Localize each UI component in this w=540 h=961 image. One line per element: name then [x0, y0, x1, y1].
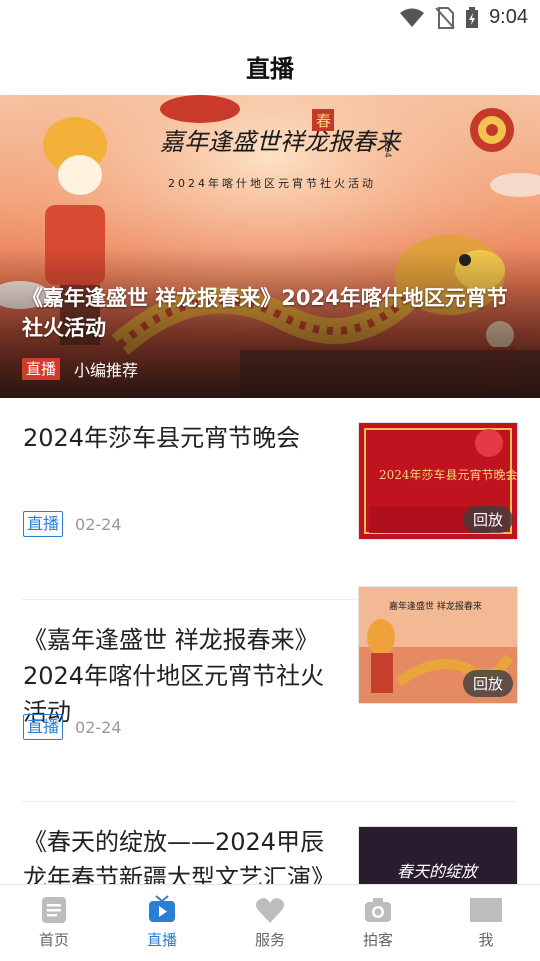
bottom-nav: 首页 直播 服务 拍客 我 — [0, 884, 540, 961]
svg-text:春天的绽放: 春天的绽放 — [397, 862, 480, 881]
tv-icon — [149, 895, 175, 922]
hero-title[interactable]: 《嘉年逢盛世 祥龙报春来》2024年喀什地区元宵节社火活动 — [22, 283, 522, 343]
battery-icon — [466, 6, 479, 28]
svg-text:2024年莎车县元宵节晚会: 2024年莎车县元宵节晚会 — [379, 467, 517, 482]
nav-service[interactable]: 服务 — [216, 885, 324, 961]
item-meta: 直播 02-24 — [23, 511, 122, 537]
item-date: 02-24 — [75, 514, 122, 534]
live-badge: 直播 — [22, 358, 61, 380]
svg-text:春: 春 — [316, 112, 331, 130]
nav-photo[interactable]: 拍客 — [324, 885, 432, 961]
live-badge: 直播 — [23, 511, 64, 537]
camera-icon — [365, 898, 391, 922]
no-sim-icon — [435, 6, 455, 29]
item-meta: 直播 02-24 — [23, 714, 122, 740]
item-thumbnail[interactable]: 2024年莎车县元宵节晚会 回放 — [358, 422, 518, 540]
live-list: 2024年莎车县元宵节晚会 直播 02-24 2024年莎车县元宵节晚会 回放 … — [0, 398, 540, 928]
svg-text:2024: 2024 — [382, 135, 392, 158]
live-badge: 直播 — [23, 714, 64, 740]
nav-label: 直播 — [146, 931, 177, 949]
svg-text:嘉年逢盛世: 嘉年逢盛世 — [160, 128, 283, 156]
nav-label: 首页 — [38, 931, 69, 949]
list-item[interactable]: 《嘉年逢盛世 祥龙报春来》2024年喀什地区元宵节社火活动 直播 02-24 嘉… — [0, 586, 540, 802]
svg-text:嘉年逢盛世 祥龙报春来: 嘉年逢盛世 祥龙报春来 — [389, 600, 482, 612]
nav-label: 服务 — [254, 931, 285, 949]
title-bar: 直播 — [0, 36, 540, 96]
svg-text:2024年喀什地区元宵节社火活动: 2024年喀什地区元宵节社火活动 — [168, 176, 376, 190]
nav-label: 我 — [478, 931, 494, 949]
status-time: 9:04 — [489, 6, 528, 28]
hero-subtitle: 小编推荐 — [74, 361, 139, 380]
page-title: 直播 — [246, 54, 294, 83]
hero-banner[interactable]: 嘉年逢盛世 祥龙报春来 春 2024 2024年喀什地区元宵节社火活动 《嘉年逢… — [0, 95, 540, 398]
wifi-icon — [400, 8, 425, 27]
news-icon — [42, 897, 66, 923]
status-bar: 9:04 — [0, 0, 540, 36]
nav-live[interactable]: 直播 — [108, 885, 216, 961]
heart-icon — [255, 898, 285, 923]
list-item[interactable]: 2024年莎车县元宵节晚会 直播 02-24 2024年莎车县元宵节晚会 回放 — [0, 398, 540, 600]
hero-meta: 直播 小编推荐 — [22, 357, 138, 381]
item-date: 02-24 — [75, 717, 122, 737]
item-thumbnail[interactable]: 嘉年逢盛世 祥龙报春来 回放 — [358, 586, 518, 704]
profile-icon — [470, 898, 502, 922]
nav-label: 拍客 — [362, 931, 393, 949]
item-title[interactable]: 2024年莎车县元宵节晚会 — [23, 420, 338, 456]
replay-badge: 回放 — [462, 506, 513, 533]
replay-badge: 回放 — [462, 670, 513, 697]
nav-me[interactable]: 我 — [432, 885, 540, 961]
nav-home[interactable]: 首页 — [0, 885, 108, 961]
